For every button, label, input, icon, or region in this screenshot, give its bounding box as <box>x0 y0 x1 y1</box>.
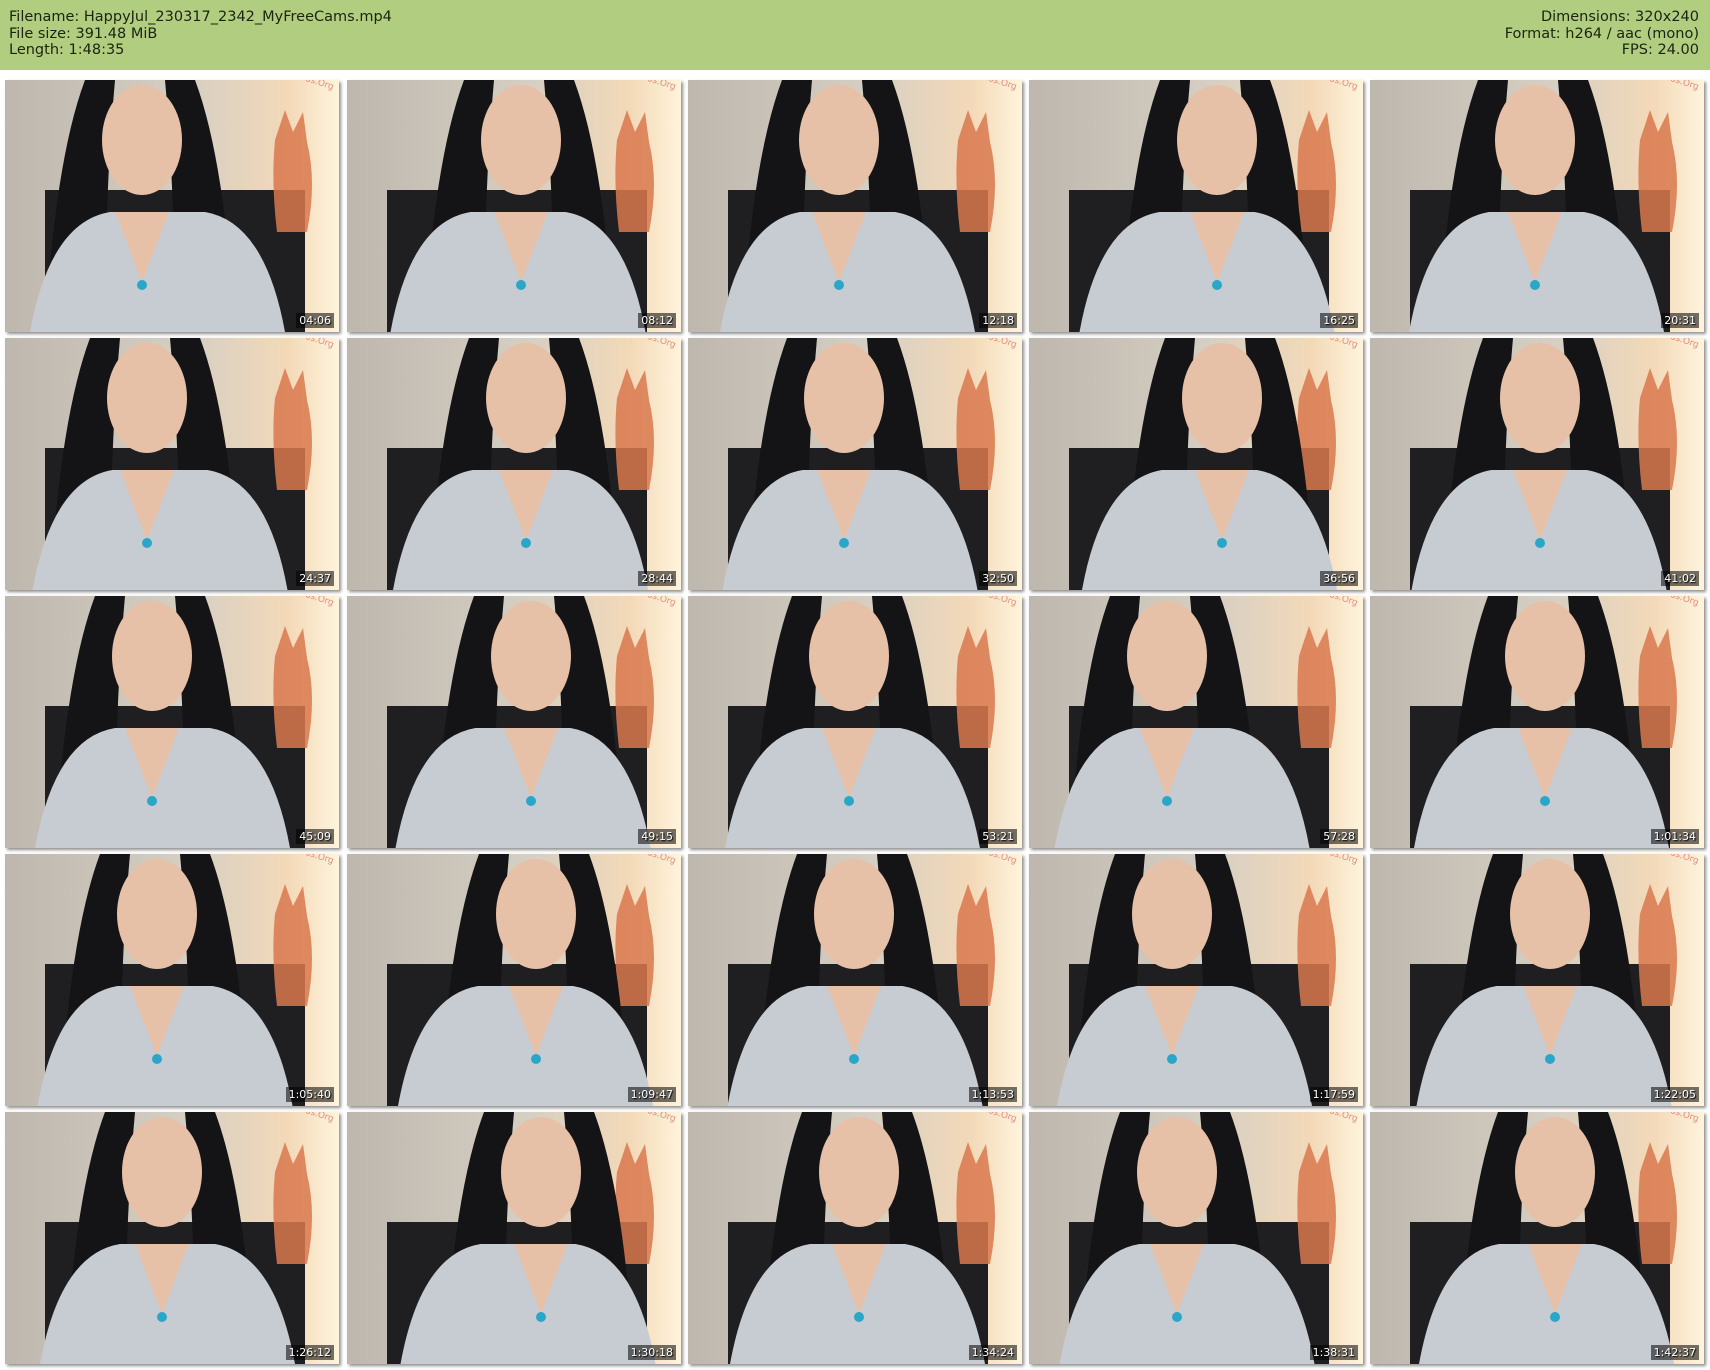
frame-image <box>688 338 1022 590</box>
frame-image <box>1029 80 1363 332</box>
video-thumbnail[interactable]: ǊL-CamGirlVideos.Org08:12 <box>347 80 681 332</box>
timestamp-label: 32:50 <box>979 571 1017 586</box>
timestamp-label: 1:38:31 <box>1309 1345 1358 1360</box>
frame-image <box>1370 596 1704 848</box>
frame-image <box>688 596 1022 848</box>
timestamp-label: 12:18 <box>979 313 1017 328</box>
frame-image <box>1370 854 1704 1106</box>
timestamp-label: 1:13:53 <box>968 1087 1017 1102</box>
video-thumbnail[interactable]: ǊL-CamGirlVideos.Org41:02 <box>1370 338 1704 590</box>
timestamp-label: 24:37 <box>296 571 334 586</box>
filename-text: Filename: HappyJul_230317_2342_MyFreeCam… <box>9 9 392 25</box>
video-thumbnail[interactable]: ǊL-CamGirlVideos.Org1:42:37 <box>1370 1112 1704 1364</box>
frame-image <box>1370 1112 1704 1364</box>
frame-image <box>688 80 1022 332</box>
video-thumbnail[interactable]: ǊL-CamGirlVideos.Org16:25 <box>1029 80 1363 332</box>
video-thumbnail[interactable]: ǊL-CamGirlVideos.Org53:21 <box>688 596 1022 848</box>
timestamp-label: 1:01:34 <box>1650 829 1699 844</box>
video-thumbnail[interactable]: ǊL-CamGirlVideos.Org04:06 <box>5 80 339 332</box>
timestamp-label: 1:09:47 <box>627 1087 676 1102</box>
timestamp-label: 1:26:12 <box>285 1345 334 1360</box>
filesize-text: File size: 391.48 MiB <box>9 25 158 42</box>
timestamp-label: 04:06 <box>296 313 334 328</box>
video-thumbnail[interactable]: ǊL-CamGirlVideos.Org12:18 <box>688 80 1022 332</box>
frame-image <box>347 854 681 1106</box>
frame-image <box>347 80 681 332</box>
video-thumbnail[interactable]: ǊL-CamGirlVideos.Org36:56 <box>1029 338 1363 590</box>
video-thumbnail[interactable]: ǊL-CamGirlVideos.Org1:01:34 <box>1370 596 1704 848</box>
timestamp-label: 1:30:18 <box>627 1345 676 1360</box>
video-thumbnail[interactable]: ǊL-CamGirlVideos.Org1:13:53 <box>688 854 1022 1106</box>
timestamp-label: 1:42:37 <box>1650 1345 1699 1360</box>
frame-image <box>688 854 1022 1106</box>
video-thumbnail[interactable]: ǊL-CamGirlVideos.Org20:31 <box>1370 80 1704 332</box>
timestamp-label: 1:05:40 <box>285 1087 334 1102</box>
video-thumbnail[interactable]: ǊL-CamGirlVideos.Org24:37 <box>5 338 339 590</box>
video-thumbnail[interactable]: ǊL-CamGirlVideos.Org1:38:31 <box>1029 1112 1363 1364</box>
timestamp-label: 41:02 <box>1661 571 1699 586</box>
media-info: Dimensions: 320x240 Format: h264 / aac (… <box>1505 9 1699 59</box>
timestamp-label: 28:44 <box>638 571 676 586</box>
timestamp-label: 08:12 <box>638 313 676 328</box>
timestamp-label: 36:56 <box>1320 571 1358 586</box>
timestamp-label: 16:25 <box>1320 313 1358 328</box>
timestamp-label: 53:21 <box>979 829 1017 844</box>
video-thumbnail[interactable]: ǊL-CamGirlVideos.Org1:30:18 <box>347 1112 681 1364</box>
timestamp-label: 49:15 <box>638 829 676 844</box>
frame-image <box>1029 596 1363 848</box>
video-thumbnail[interactable]: ǊL-CamGirlVideos.Org1:34:24 <box>688 1112 1022 1364</box>
frame-image <box>5 596 339 848</box>
timestamp-label: 1:17:59 <box>1309 1087 1358 1102</box>
dimensions-text: Dimensions: 320x240 <box>1540 9 1699 25</box>
length-text: Length: 1:48:35 <box>9 42 125 58</box>
video-thumbnail[interactable]: ǊL-CamGirlVideos.Org32:50 <box>688 338 1022 590</box>
frame-image <box>347 1112 681 1364</box>
frame-image <box>5 854 339 1106</box>
timestamp-label: 45:09 <box>296 829 334 844</box>
video-thumbnail[interactable]: ǊL-CamGirlVideos.Org57:28 <box>1029 596 1363 848</box>
frame-image <box>1370 80 1704 332</box>
video-thumbnail[interactable]: ǊL-CamGirlVideos.Org45:09 <box>5 596 339 848</box>
video-thumbnail[interactable]: ǊL-CamGirlVideos.Org1:22:05 <box>1370 854 1704 1106</box>
timestamp-label: 57:28 <box>1320 829 1358 844</box>
frame-image <box>1029 1112 1363 1364</box>
frame-image <box>5 1112 339 1364</box>
frame-image <box>347 338 681 590</box>
frame-image <box>1029 854 1363 1106</box>
info-header: Filename: HappyJul_230317_2342_MyFreeCam… <box>0 0 1710 70</box>
frame-image <box>347 596 681 848</box>
video-thumbnail[interactable]: ǊL-CamGirlVideos.Org1:05:40 <box>5 854 339 1106</box>
timestamp-label: 20:31 <box>1661 313 1699 328</box>
timestamp-label: 1:22:05 <box>1650 1087 1699 1102</box>
video-thumbnail[interactable]: ǊL-CamGirlVideos.Org49:15 <box>347 596 681 848</box>
frame-image <box>5 338 339 590</box>
video-thumbnail[interactable]: ǊL-CamGirlVideos.Org1:17:59 <box>1029 854 1363 1106</box>
video-thumbnail[interactable]: ǊL-CamGirlVideos.Org1:09:47 <box>347 854 681 1106</box>
video-thumbnail[interactable]: ǊL-CamGirlVideos.Org1:26:12 <box>5 1112 339 1364</box>
file-info: Filename: HappyJul_230317_2342_MyFreeCam… <box>9 9 392 59</box>
timestamp-label: 1:34:24 <box>968 1345 1017 1360</box>
frame-image <box>1029 338 1363 590</box>
fps-text: FPS: 24.00 <box>1621 42 1699 58</box>
frame-image <box>688 1112 1022 1364</box>
frame-image <box>1370 338 1704 590</box>
video-thumbnail[interactable]: ǊL-CamGirlVideos.Org28:44 <box>347 338 681 590</box>
format-text: Format: h264 / aac (mono) <box>1504 25 1699 42</box>
frame-image <box>5 80 339 332</box>
thumbnail-grid: ǊL-CamGirlVideos.Org04:06ǊL-CamGirlVideo… <box>0 74 1710 1370</box>
